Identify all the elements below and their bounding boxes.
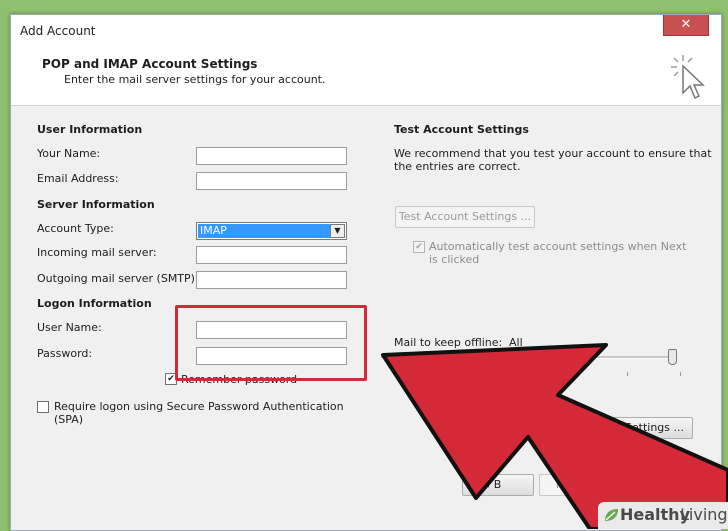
offline-slider-thumb[interactable] xyxy=(668,349,677,365)
incoming-server-label: Incoming mail server: xyxy=(37,246,157,259)
your-name-field[interactable] xyxy=(196,147,347,165)
email-field[interactable] xyxy=(196,172,347,190)
incoming-server-field[interactable] xyxy=(196,246,347,264)
account-type-select[interactable]: IMAP ▼ xyxy=(196,222,347,240)
auto-test-checkbox[interactable]: ✔ xyxy=(413,241,425,253)
spa-label-line1: Require logon using Secure Password Auth… xyxy=(54,400,344,413)
cancel-button[interactable]: Cancel xyxy=(621,474,697,496)
password-label: Password: xyxy=(37,347,93,360)
watermark: Healthy Living xyxy=(598,502,728,529)
cursor-click-icon xyxy=(671,55,705,100)
close-button[interactable]: ✕ xyxy=(663,15,709,36)
next-button[interactable]: Next > xyxy=(539,474,611,496)
account-type-value: IMAP xyxy=(198,224,330,238)
email-label: Email Address: xyxy=(37,172,119,185)
your-name-label: Your Name: xyxy=(37,147,101,160)
chevron-down-icon[interactable]: ▼ xyxy=(330,224,345,238)
spa-label-line2: (SPA) xyxy=(54,413,84,426)
back-button[interactable]: < B xyxy=(462,474,534,496)
header-band: POP and IMAP Account Settings Enter the … xyxy=(11,45,721,106)
watermark-brand-light: Living xyxy=(680,505,728,524)
spa-checkbox[interactable] xyxy=(37,401,49,413)
more-settings-button[interactable]: re Settings ... xyxy=(588,417,693,439)
test-settings-heading: Test Account Settings xyxy=(394,123,529,136)
account-type-label: Account Type: xyxy=(37,222,114,235)
offline-slider-track[interactable] xyxy=(381,356,675,359)
test-account-settings-button[interactable]: Test Account Settings ... xyxy=(395,206,535,228)
test-settings-desc-line2: the entries are correct. xyxy=(394,160,521,173)
page-subtitle: Enter the mail server settings for your … xyxy=(64,73,326,86)
outgoing-server-field[interactable] xyxy=(196,271,347,289)
title-bar: Add Account ✕ xyxy=(11,15,721,45)
test-settings-desc-line1: We recommend that you test your account … xyxy=(394,147,712,160)
server-info-heading: Server Information xyxy=(37,198,155,211)
page-title: POP and IMAP Account Settings xyxy=(42,57,258,71)
logon-info-heading: Logon Information xyxy=(37,297,152,310)
auto-test-label-line2: is clicked xyxy=(429,253,480,266)
offline-mail-value: All xyxy=(509,336,523,349)
highlight-box xyxy=(175,305,367,381)
auto-test-label-line1: Automatically test account settings when… xyxy=(429,240,687,253)
window-title: Add Account xyxy=(20,24,96,38)
outgoing-server-label: Outgoing mail server (SMTP): xyxy=(37,272,199,285)
leaf-logo-icon xyxy=(605,509,618,521)
slider-tick xyxy=(627,372,628,376)
offline-mail-label: Mail to keep offline: xyxy=(394,336,503,349)
username-label: User Name: xyxy=(37,321,102,334)
user-info-heading: User Information xyxy=(37,123,143,136)
slider-tick xyxy=(680,372,681,376)
